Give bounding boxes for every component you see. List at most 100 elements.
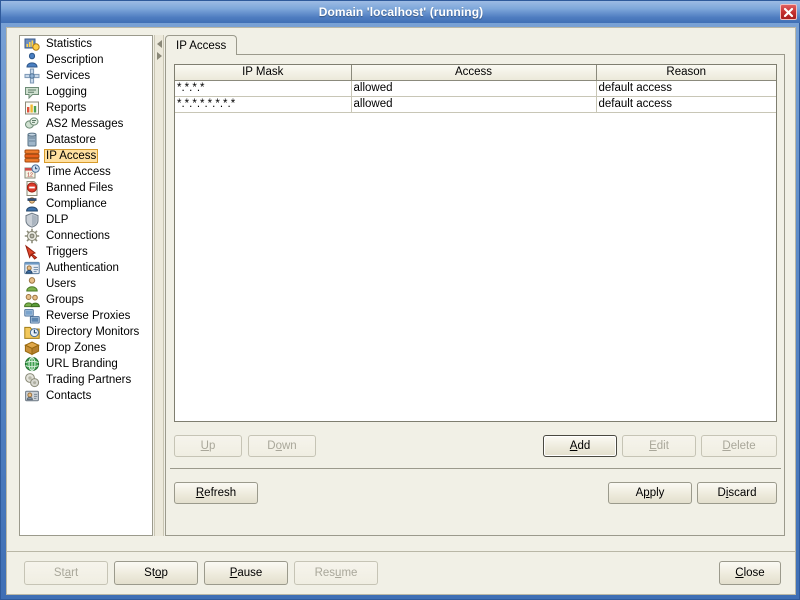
datastore-icon-glyph [27,132,37,147]
sidebar-item-dlp[interactable]: DLP [20,212,152,228]
table-row[interactable]: *.*.*.*.*.*.*.* allowed default access [175,96,776,113]
discard-button[interactable]: Discard [697,482,777,504]
sidebar-item-label: DLP [46,214,69,226]
resume-button[interactable]: Resume [294,561,378,585]
users-icon-glyph [26,277,38,292]
move-down-label: Down [267,440,297,452]
resume-label: Resume [314,567,358,579]
sidebar-item-users[interactable]: Users [20,276,152,292]
triggers-icon-glyph [25,244,38,260]
sidebar-item-trading-partners[interactable]: Trading Partners [20,372,152,388]
column-header-reason[interactable]: Reason [596,65,776,81]
move-up-button[interactable]: Up [174,435,242,457]
as2-messages-icon-glyph [25,117,39,129]
reverse-proxies-icon-glyph [24,309,40,324]
sidebar-item-drop-zones[interactable]: Drop Zones [20,340,152,356]
cell-ip-mask: *.*.*.*.*.*.*.* [175,96,352,113]
triangle-right-icon[interactable] [157,52,162,60]
sidebar-item-compliance[interactable]: Compliance [20,196,152,212]
tab-ip-access[interactable]: IP Access [165,35,238,55]
stop-label: Stop [144,567,168,579]
sidebar-item-label: AS2 Messages [46,118,124,130]
navigation-sidebar[interactable]: Statistics Description Services Logging Repo… [19,35,153,536]
description-icon [24,52,40,68]
sidebar-item-directory-monitors[interactable]: Directory Monitors [20,324,152,340]
delete-label: Delete [722,440,756,452]
move-up-label: Up [200,440,216,452]
pause-button[interactable]: Pause [204,561,288,585]
close-x-glyph [783,7,794,17]
application-window: Domain 'localhost' (running) Statistics D… [0,0,800,600]
sidebar-item-reverse-proxies[interactable]: Reverse Proxies [20,308,152,324]
contacts-icon [24,388,40,404]
sidebar-item-datastore[interactable]: Datastore [20,132,152,148]
logging-icon [24,84,40,100]
sidebar-item-label: Logging [46,86,87,98]
sidebar-item-label: Datastore [46,134,96,146]
window-title: Domain 'localhost' (running) [318,5,484,19]
sidebar-item-groups[interactable]: Groups [20,292,152,308]
start-button[interactable]: Start [24,561,108,585]
sidebar-item-label: Time Access [46,166,111,178]
sidebar-item-reports[interactable]: Reports [20,100,152,116]
services-icon [24,68,40,84]
sidebar-item-banned-files[interactable]: Banned Files [20,180,152,196]
stop-button[interactable]: Stop [114,561,198,585]
sidebar-item-authentication[interactable]: Authentication [20,260,152,276]
table-header: IP Mask Access Reason [175,65,776,81]
reports-icon-glyph [25,101,39,115]
connections-icon [24,228,40,244]
refresh-button[interactable]: Refresh [174,482,258,504]
sidebar-item-logging[interactable]: Logging [20,84,152,100]
sidebar-item-ip-access[interactable]: IP Access [20,148,152,164]
discard-label: Discard [717,487,757,499]
dlp-icon [24,212,40,228]
split-pane-divider[interactable] [154,35,164,536]
start-label: Start [53,567,79,579]
add-button[interactable]: Add [543,435,617,457]
close-button[interactable]: Close [719,561,781,585]
sidebar-item-label: Drop Zones [46,342,107,354]
triangle-left-icon[interactable] [157,40,162,48]
column-header-ip-mask[interactable]: IP Mask [175,65,352,81]
sidebar-item-label: Reverse Proxies [46,310,131,322]
cell-reason: default access [596,96,776,113]
cell-access: allowed [351,96,597,113]
banned-files-icon-glyph [26,181,38,196]
cell-ip-mask: *.*.*.* [175,80,352,97]
sidebar-item-connections[interactable]: Connections [20,228,152,244]
delete-button[interactable]: Delete [701,435,777,457]
trading-partners-icon [24,372,40,388]
sidebar-item-as2-messages[interactable]: AS2 Messages [20,116,152,132]
form-separator [170,468,781,469]
ip-access-table[interactable]: IP Mask Access Reason *.*.*.* allowed defa… [174,64,777,422]
sidebar-item-services[interactable]: Services [20,68,152,84]
sidebar-item-time-access[interactable]: 12 Time Access [20,164,152,180]
sidebar-item-statistics[interactable]: Statistics [20,36,152,52]
apply-button[interactable]: Apply [608,482,692,504]
move-down-button[interactable]: Down [248,435,316,457]
cell-reason: default access [596,80,776,97]
sidebar-item-description[interactable]: Description [20,52,152,68]
sidebar-item-triggers[interactable]: Triggers [20,244,152,260]
sidebar-item-label: Triggers [46,246,88,258]
sidebar-item-label: Connections [46,230,110,242]
column-header-access[interactable]: Access [351,65,597,81]
close-icon[interactable] [780,4,797,20]
tab-panel-ip-access: IP Mask Access Reason *.*.*.* allowed defa… [165,54,785,536]
tab-strip: IP Access [165,35,785,55]
table-row[interactable]: *.*.*.* allowed default access [175,80,776,97]
reports-icon [24,100,40,116]
edit-button[interactable]: Edit [622,435,696,457]
sidebar-item-label: Groups [46,294,84,306]
sidebar-item-label: Trading Partners [46,374,132,386]
sidebar-item-label: Services [46,70,91,82]
sidebar-item-url-branding[interactable]: URL Branding [20,356,152,372]
bottom-button-bar: Start Stop Pause Resume Close [6,551,796,595]
table-body: *.*.*.* allowed default access *.*.*.*.*.*.… [175,80,776,113]
sidebar-item-contacts[interactable]: Contacts [20,388,152,404]
svg-text:12: 12 [27,172,33,178]
datastore-icon [24,132,40,148]
authentication-icon-glyph [24,261,40,275]
groups-icon-glyph [24,294,40,308]
